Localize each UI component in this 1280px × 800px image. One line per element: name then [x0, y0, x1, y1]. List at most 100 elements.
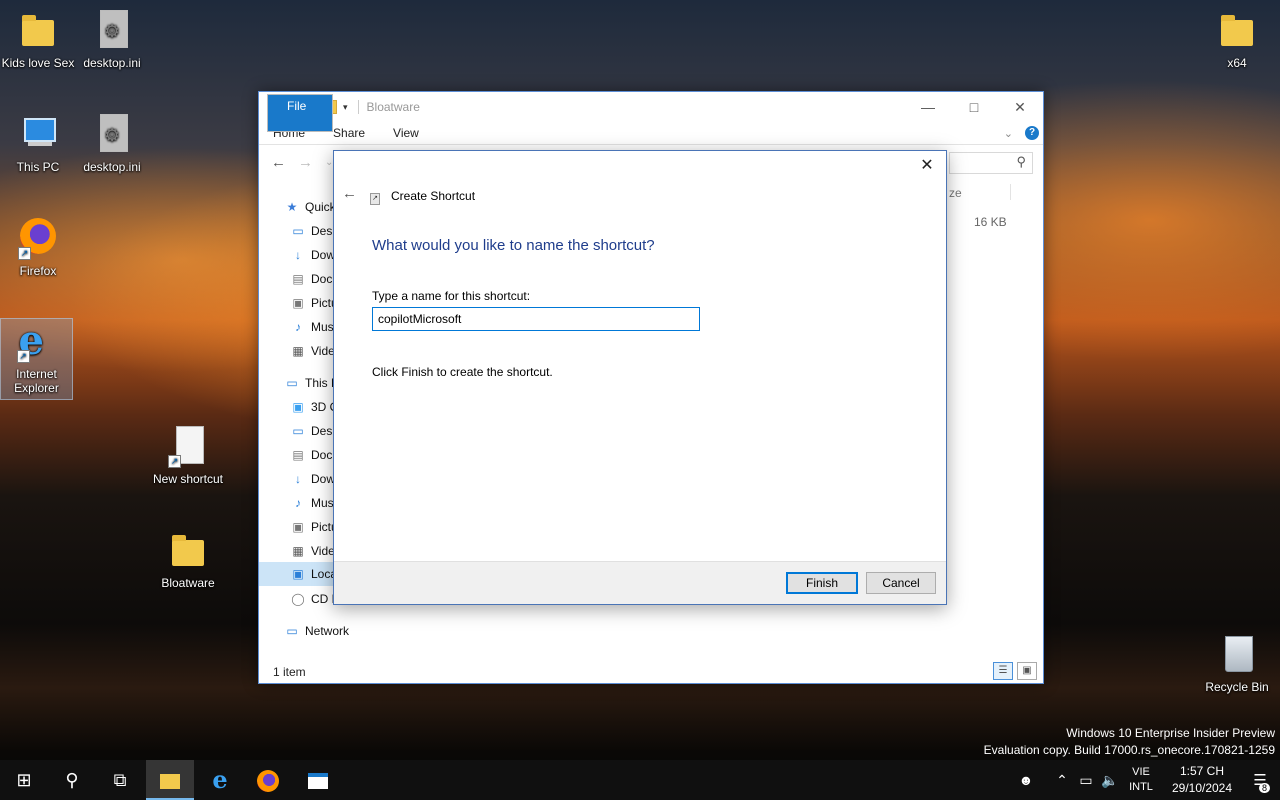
create-shortcut-dialog[interactable]: ✕ ← ↗ Create Shortcut What would you lik…: [333, 150, 947, 605]
app-window-taskbar-icon[interactable]: [294, 760, 342, 800]
desktop-icon-label: desktop.ini: [83, 160, 141, 174]
cube-icon: ▣: [292, 400, 304, 414]
file-explorer-taskbar-icon[interactable]: [146, 760, 194, 800]
input-language[interactable]: VIE INTL: [1126, 765, 1156, 795]
explorer-titlebar[interactable]: ✓ ▾ Bloatware — □ ✕: [259, 92, 1043, 122]
nav-item-quick-access[interactable]: ★ Quick: [285, 200, 336, 214]
nav-item-pictures[interactable]: ▣ Pictu: [291, 296, 337, 310]
desktop-icon: ▭: [292, 424, 304, 438]
taskbar: ⊞ ⚲ ⧉ e ☻ ⌃ ▭ 🔈 VIE INTL 1:57 CH 29/10/2…: [0, 760, 1280, 800]
show-hidden-icons-icon[interactable]: ⌃: [1050, 772, 1074, 789]
desktop-icon-label: Recycle Bin: [1205, 680, 1269, 694]
network-icon[interactable]: ▭: [1074, 772, 1098, 789]
internet-explorer-taskbar-icon[interactable]: e: [196, 760, 244, 800]
nav-item-3d-objects[interactable]: ▣ 3D O: [291, 400, 339, 414]
volume-muted-icon[interactable]: 🔈: [1098, 772, 1122, 789]
wizard-title: Create Shortcut: [391, 189, 476, 203]
clock[interactable]: 1:57 CH 29/10/2024: [1164, 763, 1240, 797]
notification-count: 8: [1258, 783, 1270, 793]
language-code: VIE: [1132, 766, 1150, 778]
cancel-button[interactable]: Cancel: [866, 572, 936, 594]
dialog-footer: Finish Cancel: [334, 561, 946, 604]
nav-item-network[interactable]: ▭ Network: [285, 624, 349, 638]
customize-toolbar-icon[interactable]: ▾: [343, 102, 348, 113]
nav-item-videos-pc[interactable]: ▦ Vide: [291, 544, 334, 558]
start-button[interactable]: ⊞: [0, 760, 48, 800]
people-icon[interactable]: ☻: [1014, 772, 1038, 788]
desktop-icon-label: Internet Explorer: [14, 367, 59, 395]
download-icon: ↓: [295, 248, 301, 262]
desktop-icon-label: This PC: [16, 160, 60, 174]
watermark-build: Evaluation copy. Build 17000.rs_onecore.…: [983, 743, 1275, 757]
folder-icon: [18, 8, 58, 52]
desktop-icon-desktop-ini-2[interactable]: desktop.ini: [74, 112, 150, 174]
minimize-button[interactable]: —: [905, 92, 951, 122]
desktop-icon-label: Kids love Sex: [1, 56, 75, 70]
desktop-icon-bloatware[interactable]: Bloatware: [150, 528, 226, 590]
back-arrow-icon[interactable]: ←: [271, 154, 286, 171]
action-center-icon[interactable]: ☰ 8: [1240, 771, 1280, 793]
nav-item-downloads[interactable]: ↓ Dow: [291, 248, 335, 262]
desktop-icon-x64[interactable]: x64: [1199, 8, 1275, 70]
clock-date: 29/10/2024: [1171, 781, 1233, 795]
folder-icon: [168, 528, 208, 572]
close-button[interactable]: ✕: [997, 92, 1043, 122]
nav-item-this-pc[interactable]: ▭ This P: [285, 376, 339, 390]
explorer-title: Bloatware: [366, 100, 420, 114]
network-icon: ▭: [286, 624, 298, 638]
nav-item-music-pc[interactable]: ♪ Mus: [291, 496, 334, 510]
help-icon[interactable]: ?: [1025, 126, 1039, 140]
music-icon: ♪: [295, 496, 301, 510]
desktop-icon-label: Bloatware: [161, 576, 215, 590]
shortcut-name-input[interactable]: [372, 307, 700, 331]
column-header-size[interactable]: ze: [949, 186, 962, 200]
tab-view[interactable]: View: [379, 122, 433, 144]
search-box[interactable]: ⚲: [949, 152, 1033, 174]
nav-item-documents-pc[interactable]: ▤ Doc: [291, 448, 332, 462]
shortcut-icon: ↗: [370, 193, 380, 205]
finish-instructions: Click Finish to create the shortcut.: [372, 365, 553, 379]
firefox-taskbar-icon[interactable]: [244, 760, 292, 800]
column-divider[interactable]: [1010, 184, 1011, 200]
system-tray: ☻ ⌃ ▭ 🔈 VIE INTL 1:57 CH 29/10/2024 ☰ 8: [1014, 760, 1280, 800]
forward-arrow-icon[interactable]: →: [298, 154, 313, 171]
recycle-bin-icon: [1217, 632, 1257, 676]
details-view-button[interactable]: ☰: [993, 662, 1013, 680]
nav-item-downloads-pc[interactable]: ↓ Dow: [291, 472, 335, 486]
desktop-icon-recycle-bin[interactable]: Recycle Bin: [1199, 632, 1275, 694]
desktop-icon-internet-explorer[interactable]: e ↗ Internet Explorer: [0, 318, 73, 400]
back-arrow-icon[interactable]: ←: [342, 185, 357, 202]
computer-icon: [18, 112, 58, 156]
clock-time: 1:57 CH: [1179, 764, 1225, 778]
desktop-icon-label: New shortcut: [152, 472, 224, 486]
firefox-icon: ↗: [18, 216, 58, 260]
desktop-icon-desktop-ini[interactable]: desktop.ini: [74, 8, 150, 70]
desktop-icon-this-pc[interactable]: This PC: [0, 112, 76, 174]
search-icon: ⚲: [1016, 154, 1026, 169]
nav-item-desktop[interactable]: ▭ Desk: [291, 224, 338, 238]
star-icon: ★: [286, 200, 298, 214]
nav-item-desktop-pc[interactable]: ▭ Desk: [291, 424, 338, 438]
maximize-button[interactable]: □: [951, 92, 997, 122]
folder-icon: [1217, 8, 1257, 52]
desktop-icon-firefox[interactable]: ↗ Firefox: [0, 216, 76, 278]
task-view-icon[interactable]: ⧉: [96, 760, 144, 800]
large-icons-view-button[interactable]: ▣: [1017, 662, 1037, 680]
finish-button[interactable]: Finish: [786, 572, 858, 594]
nav-item-videos[interactable]: ▦ Vide: [291, 344, 334, 358]
nav-item-documents[interactable]: ▤ Doc: [291, 272, 332, 286]
nav-item-pictures-pc[interactable]: ▣ Pictu: [291, 520, 337, 534]
desktop-icon-label: desktop.ini: [83, 56, 141, 70]
pictures-icon: ▣: [292, 296, 304, 310]
blank-file-icon: ↗: [168, 424, 208, 468]
nav-item-music[interactable]: ♪ Mus: [291, 320, 334, 334]
close-icon[interactable]: ✕: [914, 155, 940, 177]
expand-ribbon-icon[interactable]: ⌄: [1004, 127, 1013, 140]
tab-file[interactable]: File: [267, 94, 333, 132]
watermark-edition: Windows 10 Enterprise Insider Preview: [1066, 726, 1275, 740]
desktop-icon-kids-love-sex[interactable]: Kids love Sex: [0, 8, 76, 70]
search-icon[interactable]: ⚲: [48, 760, 96, 800]
file-size-value: 16 KB: [974, 215, 1007, 229]
desktop-icon: ▭: [292, 224, 304, 238]
desktop-icon-new-shortcut[interactable]: ↗ New shortcut: [150, 424, 226, 486]
